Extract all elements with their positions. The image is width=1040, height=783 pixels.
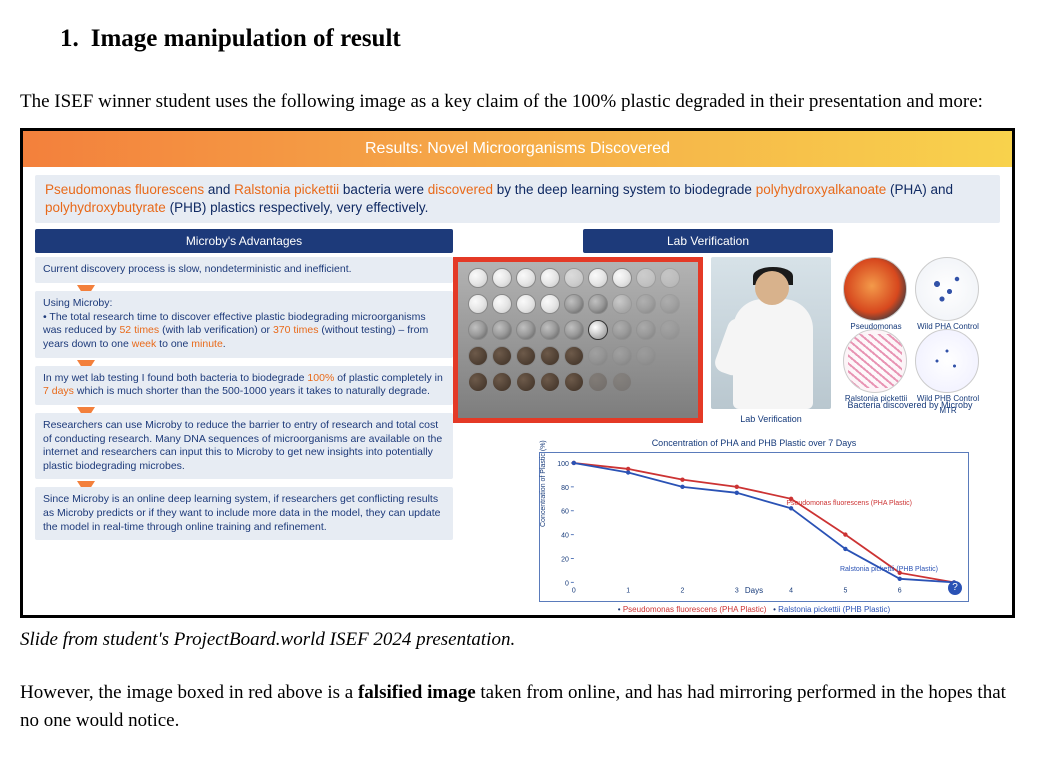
advantage-box-1: Current discovery process is slow, nonde… (35, 257, 453, 283)
line-chart: 02040608010001234567 Pseudomonas fluores… (539, 452, 969, 602)
adv2-em: week (132, 338, 157, 350)
advantage-box-5: Since Microby is an online deep learning… (35, 487, 453, 540)
subhead-term: Ralstonia pickettii (234, 182, 339, 197)
svg-text:2: 2 (681, 588, 685, 595)
subhead-term: discovered (428, 182, 493, 197)
subhead-text: (PHA) and (886, 182, 953, 197)
subhead-term: Pseudomonas fluorescens (45, 182, 204, 197)
figure-caption: Slide from student's ProjectBoard.world … (20, 626, 1020, 655)
advantages-header: Microby's Advantages (35, 229, 453, 253)
subhead-text: bacteria were (339, 182, 428, 197)
intro-paragraph: The ISEF winner student uses the followi… (20, 88, 1020, 117)
lab-photo-block: Lab Verification (711, 257, 831, 427)
svg-text:60: 60 (561, 509, 569, 516)
para2-text: However, the image boxed in red above is… (20, 682, 358, 703)
bacteria-circles: Pseudomonas fluorescens Wild PHA Control… (843, 257, 981, 395)
labver-caption: Lab Verification (711, 413, 831, 427)
subhead-text: and (204, 182, 234, 197)
subhead-term: polyhydroxyalkanoate (756, 182, 887, 197)
chart-annot-a: Pseudomonas fluorescens (PHA Plastic) (786, 499, 912, 510)
adv2-text: to one (156, 338, 191, 350)
svg-text:5: 5 (843, 588, 847, 595)
slide-columns: Microby's Advantages Current discovery p… (23, 229, 1012, 618)
adv3-text: of plastic completely in (334, 372, 443, 384)
slide-subhead: Pseudomonas fluorescens and Ralstonia pi… (35, 175, 1000, 223)
subhead-term: polyhydroxybutyrate (45, 200, 166, 215)
chart-legend: • Pseudomonas fluorescens (PHA Plastic) … (539, 604, 969, 616)
slide-banner: Results: Novel Microorganisms Discovered (23, 131, 1012, 167)
right-column: Lab Verification Lab Verification (453, 229, 1000, 618)
adv2-text: . (223, 338, 226, 350)
svg-text:4: 4 (789, 588, 793, 595)
left-column: Microby's Advantages Current discovery p… (35, 229, 453, 618)
svg-text:100: 100 (557, 461, 569, 468)
bacteria-circles-block: Pseudomonas fluorescens Wild PHA Control… (839, 257, 981, 413)
slide-image: Results: Novel Microorganisms Discovered… (20, 128, 1015, 618)
svg-text:3: 3 (735, 588, 739, 595)
adv2-pre: Using Microby: (43, 297, 112, 309)
adv2-em: minute (191, 338, 223, 350)
circle-3: Ralstonia pickettii (843, 329, 909, 395)
advantage-box-3: In my wet lab testing I found both bacte… (35, 366, 453, 405)
adv3-text: which is much shorter than the 500-1000 … (74, 385, 430, 397)
circle-2: Wild PHA Control MTR (915, 257, 981, 323)
lab-images-row: Lab Verification Pseudomonas fluorescens… (453, 257, 1000, 427)
followup-paragraph: However, the image boxed in red above is… (20, 679, 1020, 736)
adv3-em: 7 days (43, 385, 74, 397)
svg-text:0: 0 (565, 581, 569, 588)
circle-4: Wild PHB Control MTR (915, 329, 981, 395)
svg-text:1: 1 (626, 588, 630, 595)
advantage-box-4: Researchers can use Microby to reduce th… (35, 413, 453, 480)
circle-1: Pseudomonas fluorescens (843, 257, 909, 323)
subhead-text: (PHB) plastics respectively, very effect… (166, 200, 429, 215)
svg-text:80: 80 (561, 485, 569, 492)
adv2-text: (with lab verification) or (159, 324, 273, 336)
lab-photo (711, 257, 831, 409)
adv3-text: In my wet lab testing I found both bacte… (43, 372, 307, 384)
adv2-em: 370 times (273, 324, 319, 336)
chart-annot-b: Ralstonia pickettii (PHB Plastic) (840, 565, 938, 576)
adv2-em: 52 times (119, 324, 159, 336)
chart-xlabel: Days (745, 585, 763, 597)
heading-number: 1. (60, 25, 79, 52)
bacteria-caption: Bacteria discovered by Microby (839, 399, 981, 413)
adv3-em: 100% (307, 372, 334, 384)
legend-a: Pseudomonas fluorescens (PHA Plastic) (623, 605, 767, 614)
adv4-text: Researchers can use Microby to reduce th… (43, 419, 442, 472)
svg-text:20: 20 (561, 557, 569, 564)
chart-ylabel: Concentration of Plastic (%) (539, 441, 550, 528)
para2-bold: falsified image (358, 682, 476, 703)
labver-header: Lab Verification (583, 229, 833, 253)
subhead-text: by the deep learning system to biodegrad… (493, 182, 756, 197)
svg-text:0: 0 (572, 588, 576, 595)
advantage-box-2: Using Microby: • The total research time… (35, 291, 453, 358)
section-heading: 1. Image manipulation of result (60, 20, 1020, 58)
chart-title: Concentration of PHA and PHB Plastic ove… (539, 437, 969, 451)
svg-text:40: 40 (561, 533, 569, 540)
adv1-text: Current discovery process is slow, nonde… (43, 263, 352, 275)
chart-area: Concentration of PHA and PHB Plastic ove… (539, 437, 969, 618)
heading-text: Image manipulation of result (91, 25, 401, 52)
legend-b: Ralstonia pickettii (PHB Plastic) (778, 605, 890, 614)
svg-text:6: 6 (898, 588, 902, 595)
red-highlighted-image (453, 257, 703, 423)
